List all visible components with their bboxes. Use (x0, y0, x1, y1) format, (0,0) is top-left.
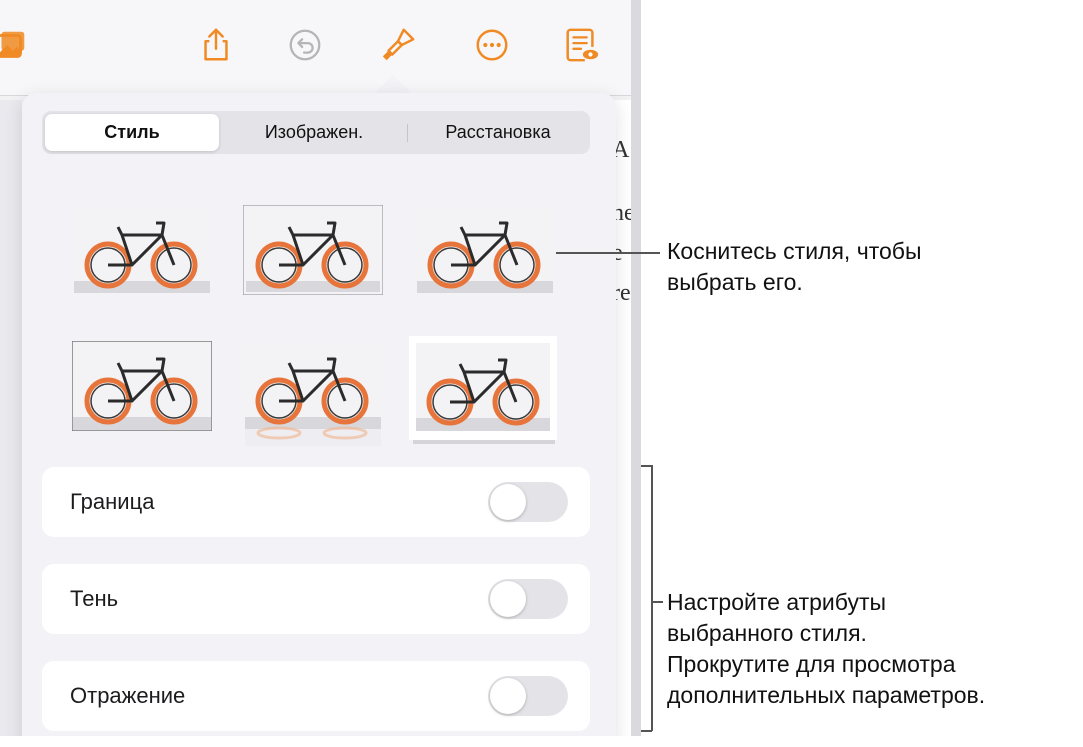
device-edge (631, 0, 641, 747)
style-preset-4[interactable] (72, 341, 212, 431)
tab-arrange[interactable]: Расстановка (409, 114, 587, 151)
more-button[interactable] (469, 22, 515, 68)
shadow-label: Тень (70, 586, 119, 611)
photo-button[interactable] (0, 22, 34, 68)
callout-line-text: Коснитесь стиля, чтобы (667, 238, 922, 264)
reader-view-icon (566, 28, 599, 62)
callout-bracket-attributes (651, 465, 653, 731)
tab-divider (407, 124, 408, 142)
callout-bracket-bottom (641, 730, 652, 732)
bicycle-style-3 (417, 207, 553, 293)
document-left-edge (0, 100, 22, 740)
bicycle-style-2 (243, 205, 383, 295)
style-preset-1[interactable] (72, 205, 212, 295)
reflection-row: Отражение (42, 661, 590, 731)
tab-style[interactable]: Стиль (45, 114, 219, 151)
toggle-knob (490, 678, 526, 714)
format-popover: Стиль Изображен. Расстановка Граница Тен… (22, 93, 616, 747)
share-button[interactable] (193, 22, 239, 68)
reflection-toggle[interactable] (488, 676, 568, 716)
style-preset-6[interactable] (409, 336, 559, 446)
top-toolbar (0, 0, 631, 96)
style-preset-5[interactable] (243, 341, 383, 446)
callout-line-text: Настройте атрибуты (667, 589, 887, 615)
toggle-knob (490, 484, 526, 520)
shadow-row: Тень (42, 564, 590, 634)
photo-icon (0, 31, 25, 58)
bicycle-style-6 (409, 336, 557, 444)
callout-leader-attributes (651, 601, 663, 603)
undo-button[interactable] (282, 22, 328, 68)
tab-image[interactable]: Изображен. (222, 114, 406, 151)
callout-line-text: Прокрутите для просмотра (667, 651, 956, 677)
undo-icon (289, 29, 321, 61)
device-screen: A ne e re (0, 0, 641, 747)
toggle-knob (490, 581, 526, 617)
bicycle-style-5 (245, 343, 381, 446)
bicycle-style-4 (72, 341, 212, 431)
style-preset-3[interactable] (415, 205, 555, 295)
style-preset-2[interactable] (243, 205, 383, 295)
border-label: Граница (70, 489, 155, 514)
bicycle-style-1 (74, 207, 210, 293)
border-toggle[interactable] (488, 482, 568, 522)
share-icon (204, 28, 228, 61)
callout-line-text: выбранного стиля. (667, 620, 867, 646)
callout-bracket-top (641, 465, 652, 467)
callout-styles: Коснитесь стиля, чтобы выбрать его. (667, 236, 921, 298)
callout-leader-styles (556, 252, 660, 254)
callout-attributes: Настройте атрибуты выбранного стиля. Про… (667, 587, 985, 711)
callout-line-text: дополнительных параметров. (667, 682, 986, 708)
format-brush-icon (382, 28, 415, 61)
reflection-label: Отражение (70, 683, 186, 708)
border-row: Граница (42, 467, 590, 537)
more-icon (476, 29, 508, 61)
shadow-toggle[interactable] (488, 579, 568, 619)
format-tabs: Стиль Изображен. Расстановка (42, 111, 590, 154)
format-button[interactable] (375, 22, 421, 68)
device-bottom-edge (0, 736, 641, 747)
reader-view-button[interactable] (558, 22, 604, 68)
callout-line-text: выбрать его. (667, 269, 803, 295)
